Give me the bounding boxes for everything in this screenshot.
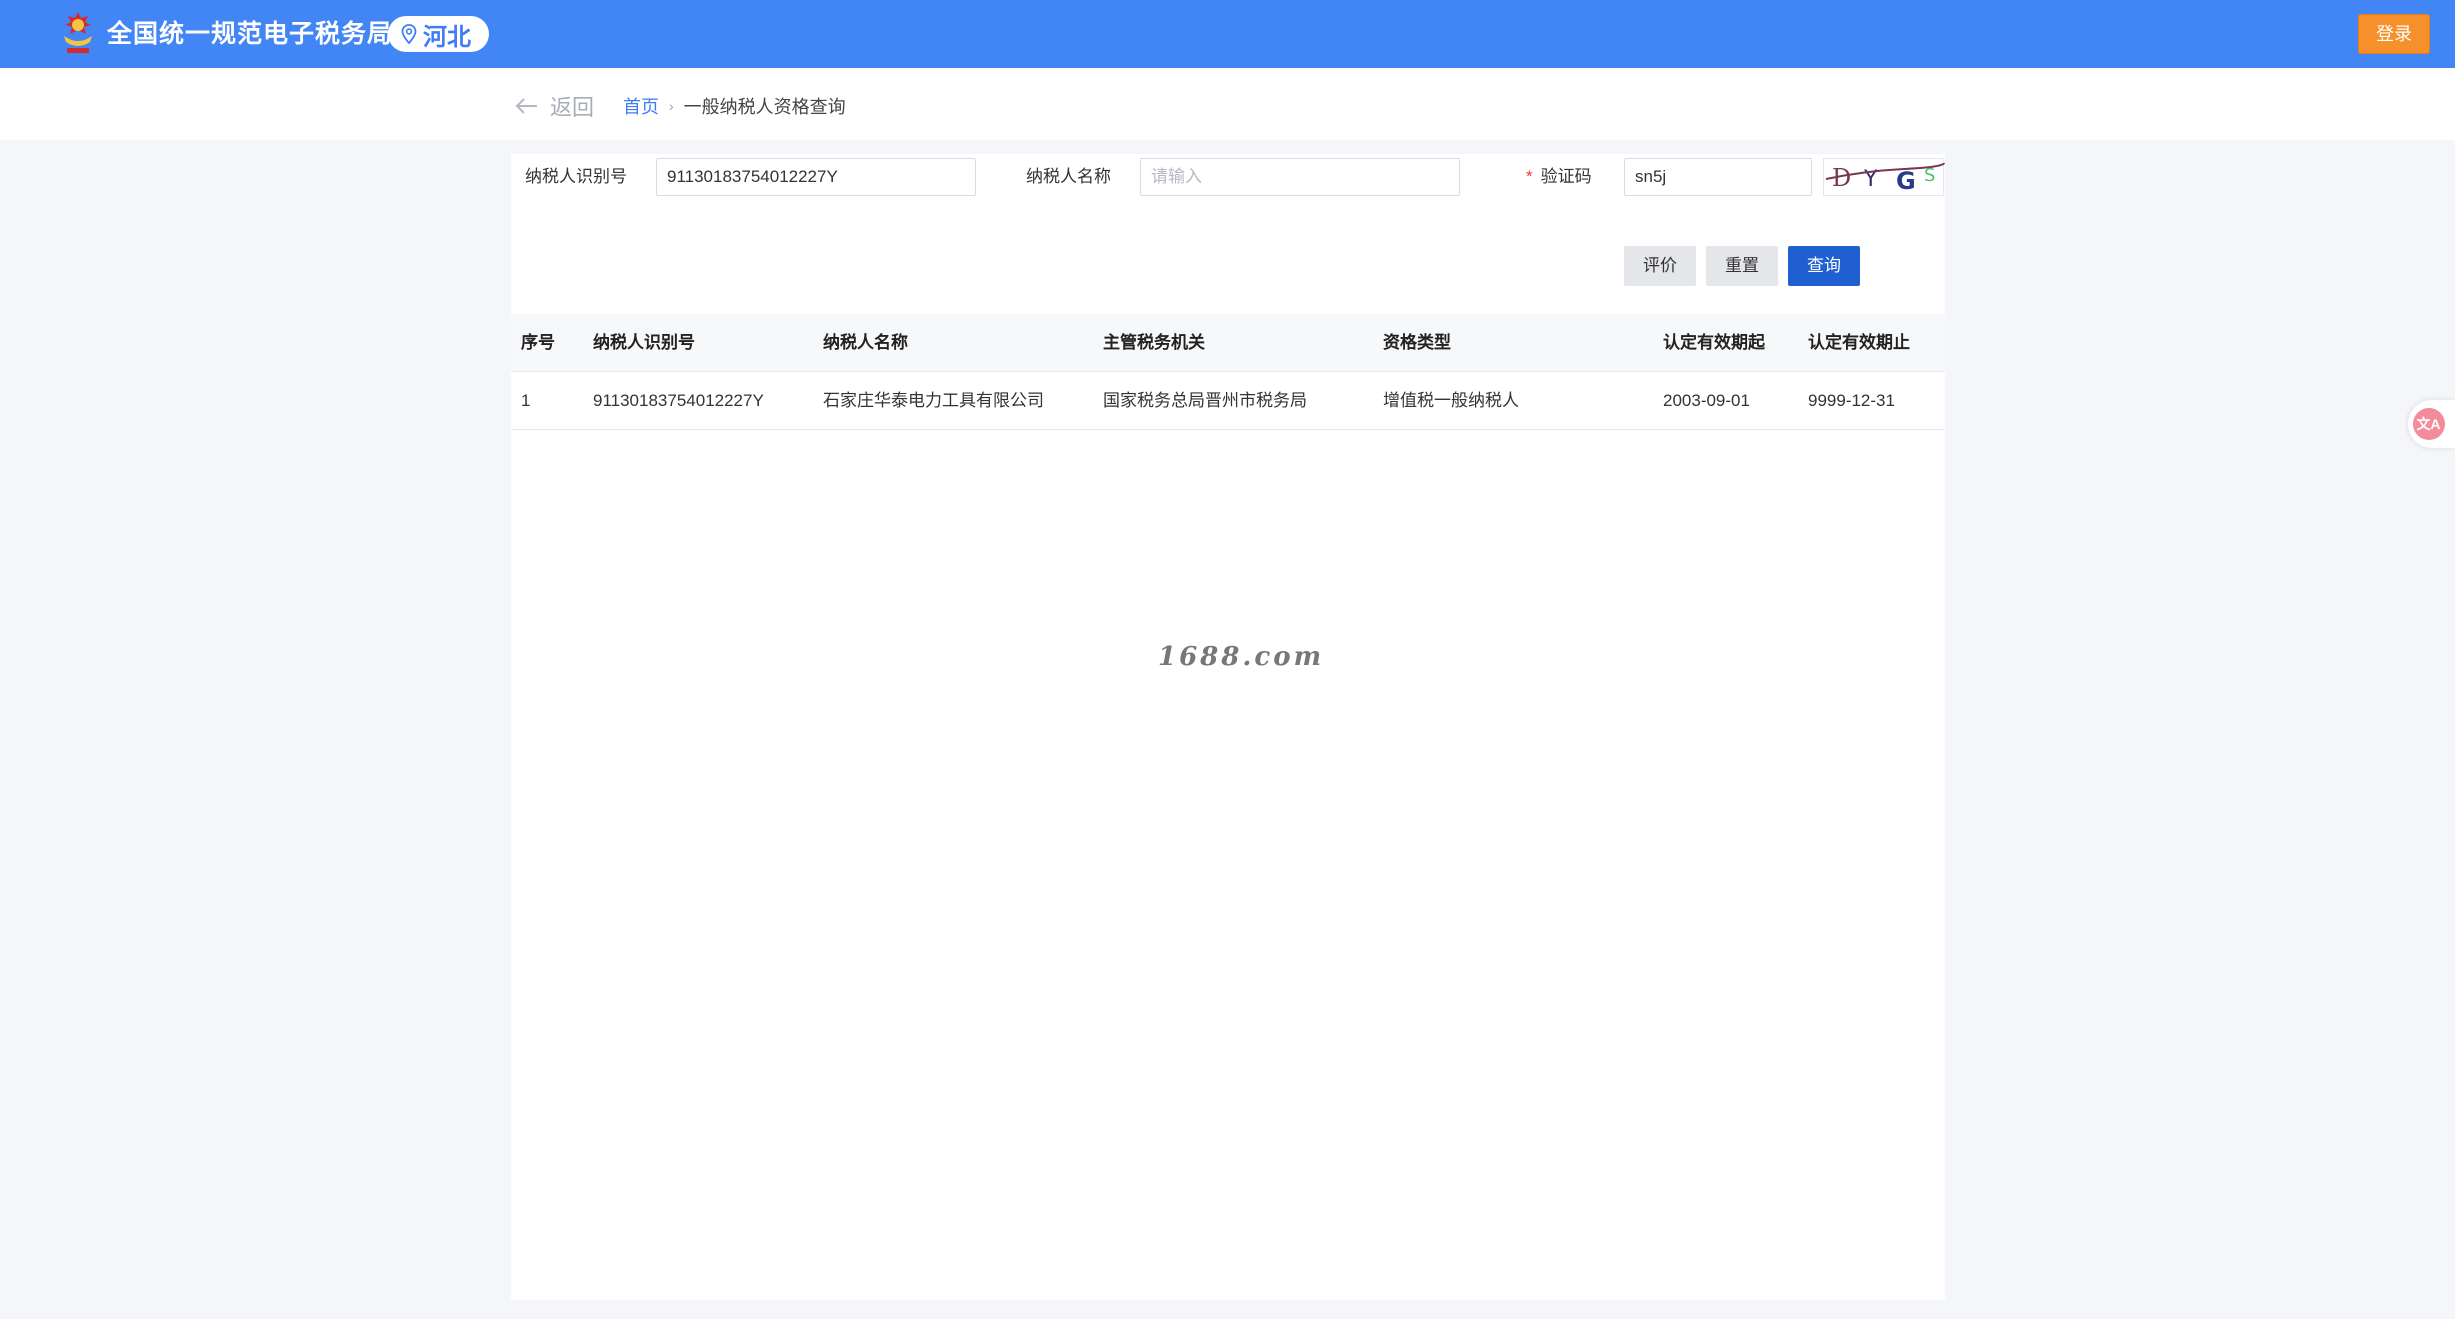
- breadcrumb-bar: 返回 首页 › 一般纳税人资格查询: [0, 68, 2455, 140]
- translate-icon: 文A: [2412, 408, 2445, 440]
- arrow-left-icon: [515, 98, 537, 114]
- row-valid-to: 9999-12-31: [1808, 391, 1895, 410]
- back-label: 返回: [550, 95, 595, 120]
- back-button[interactable]: 返回: [514, 92, 594, 120]
- breadcrumb: 首页 › 一般纳税人资格查询: [623, 92, 846, 120]
- table-row: 1 91130183754012227Y 石家庄华泰电力工具有限公司 国家税务总…: [511, 372, 1945, 430]
- site-title: 全国统一规范电子税务局: [107, 20, 394, 48]
- watermark: 1688.com: [1158, 642, 1325, 672]
- query-panel: 纳税人识别号 纳税人名称 * 验证码 D Y G S 评价 重置 查询 序号 纳税…: [511, 154, 1945, 1300]
- region-selector[interactable]: 河北: [388, 16, 489, 52]
- row-index: 1: [521, 391, 531, 410]
- taxpayer-name-input[interactable]: [1140, 158, 1460, 196]
- captcha-label-text: 验证码: [1540, 167, 1592, 186]
- row-taxpayer-name: 石家庄华泰电力工具有限公司: [823, 391, 1044, 410]
- captcha-char-3: G: [1896, 167, 1916, 195]
- breadcrumb-current: 一般纳税人资格查询: [683, 97, 846, 117]
- required-mark: *: [1526, 167, 1533, 186]
- tax-emblem-icon: [64, 12, 92, 53]
- captcha-input[interactable]: [1624, 158, 1812, 196]
- row-qualification-type: 增值税一般纳税人: [1383, 391, 1519, 410]
- row-tax-authority: 国家税务总局晋州市税务局: [1103, 391, 1307, 410]
- login-button[interactable]: 登录: [2358, 14, 2430, 54]
- column-header: 资格类型: [1383, 333, 1451, 352]
- captcha-label: * 验证码: [1526, 162, 1592, 192]
- reset-button[interactable]: 重置: [1706, 246, 1778, 286]
- evaluate-button[interactable]: 评价: [1624, 246, 1696, 286]
- row-taxpayer-id: 91130183754012227Y: [593, 391, 764, 410]
- taxpayer-name-label: 纳税人名称: [1026, 167, 1111, 186]
- column-header: 主管税务机关: [1103, 333, 1205, 352]
- top-header: 全国统一规范电子税务局 河北 登录: [0, 0, 2455, 68]
- column-header: 认定有效期起: [1663, 333, 1765, 352]
- column-header: 纳税人识别号: [593, 333, 695, 352]
- breadcrumb-separator: ›: [669, 98, 674, 114]
- translate-widget[interactable]: 文A: [2408, 400, 2455, 448]
- table-header: 序号 纳税人识别号 纳税人名称 主管税务机关 资格类型 认定有效期起 认定有效期…: [511, 314, 1945, 372]
- query-button[interactable]: 查询: [1788, 246, 1860, 286]
- captcha-image[interactable]: D Y G S: [1823, 158, 1945, 196]
- column-header: 序号: [521, 333, 555, 352]
- row-valid-from: 2003-09-01: [1663, 391, 1750, 410]
- column-header: 纳税人名称: [823, 333, 908, 352]
- location-pin-icon: [401, 24, 417, 44]
- taxpayer-id-label: 纳税人识别号: [525, 167, 627, 186]
- column-header: 认定有效期止: [1808, 333, 1910, 352]
- breadcrumb-home-link[interactable]: 首页: [623, 93, 659, 119]
- captcha-graphic: D Y G S: [1825, 162, 1945, 195]
- taxpayer-id-input[interactable]: [656, 158, 976, 196]
- region-name: 河北: [423, 23, 471, 51]
